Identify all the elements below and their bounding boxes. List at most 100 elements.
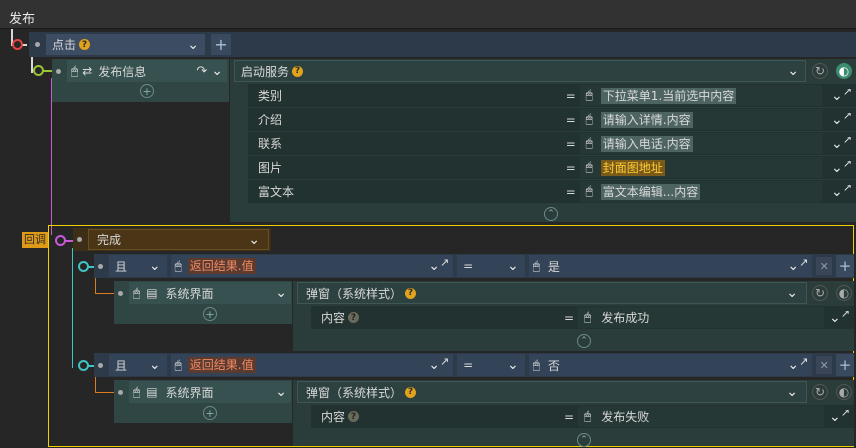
chevron-down-icon: ⌄ (831, 184, 843, 199)
cursor-icon: 🖱 (585, 160, 593, 174)
drag-handle-icon[interactable] (118, 290, 123, 296)
remove-condition-button[interactable]: ✕ (816, 257, 833, 275)
param-value-field[interactable]: 🖱 封面图地址 (579, 157, 823, 178)
expand-icon: ↗ (842, 184, 852, 194)
param-value-field[interactable]: 🖱 请输入详情.内容 (579, 109, 823, 130)
drag-handle-icon[interactable] (98, 263, 103, 269)
collapse-button[interactable]: ⌃ (577, 433, 591, 447)
help-icon[interactable]: ? (348, 411, 360, 422)
left-operand-field[interactable]: 🖱 返回结果.值 ⌄ ↗ (170, 354, 454, 376)
drag-handle-icon[interactable] (35, 42, 40, 47)
param-expand[interactable]: ⌄ ↗ (822, 161, 856, 175)
logic-label: 且 (114, 358, 127, 373)
chevron-down-icon[interactable]: ⌄ (786, 385, 798, 399)
expand-icon[interactable]: ↗ (440, 356, 449, 367)
logic-select[interactable]: 且 ⌄ (108, 354, 167, 376)
chevron-down-icon[interactable]: ⌄ (187, 38, 199, 52)
param-expand[interactable]: ⌄ ↗ (822, 113, 856, 127)
content-expand[interactable]: ⌄ ↗ (824, 311, 854, 325)
action-label: 发布信息 (98, 64, 147, 79)
cursor-icon: 🖱 (584, 310, 592, 324)
chevron-down-icon[interactable]: ⌄ (507, 358, 519, 372)
param-row: 图片 = 🖱 封面图地址 ⌄ ↗ (248, 156, 856, 179)
logic-select[interactable]: 且 ⌄ (108, 255, 167, 277)
chevron-down-icon[interactable]: ⌄ (787, 358, 799, 372)
toggle-icon[interactable]: ◐ (836, 384, 852, 400)
trigger-node[interactable] (12, 39, 23, 50)
help-icon[interactable]: ? (79, 39, 91, 50)
add-trigger-button[interactable]: + (211, 34, 231, 55)
chevron-down-icon[interactable]: ⌄ (211, 64, 223, 78)
add-condition-button[interactable]: + (836, 354, 854, 376)
chevron-down-icon[interactable]: ⌄ (248, 233, 260, 247)
refresh-icon[interactable]: ↻ (812, 285, 828, 301)
popup-select[interactable]: 弹窗（系统样式）? ⌄ (297, 282, 807, 304)
chevron-down-icon[interactable]: ⌄ (149, 358, 161, 372)
add-action-button[interactable]: + (203, 307, 217, 321)
param-value-field[interactable]: 🖱 下拉菜单1.当前选中内容 (579, 85, 823, 106)
param-expand[interactable]: ⌄ ↗ (822, 137, 856, 151)
chevron-down-icon[interactable]: ⌄ (149, 259, 161, 273)
cond-action-select[interactable]: 🖱 ▤ 系统界面 ⌄ (129, 381, 291, 403)
param-expand[interactable]: ⌄ ↗ (822, 89, 856, 103)
drag-handle-icon[interactable] (56, 68, 61, 74)
callback-select[interactable]: 完成 ⌄ (88, 229, 269, 250)
expand-icon[interactable]: ↗ (799, 257, 808, 268)
right-operand-field[interactable]: 🖱 是 ⌄ ↗ (528, 255, 813, 277)
drag-handle-icon[interactable] (77, 237, 82, 242)
toggle-icon[interactable]: ◐ (836, 285, 852, 301)
refresh-icon[interactable]: ↻ (812, 63, 828, 79)
remove-condition-button[interactable]: ✕ (816, 356, 833, 374)
add-condition-button[interactable]: + (836, 255, 854, 277)
chevron-down-icon[interactable]: ⌄ (786, 286, 798, 300)
expand-icon[interactable]: ↗ (440, 257, 449, 268)
cursor-icon: 🖱 (174, 258, 182, 273)
content-value-field[interactable]: 🖱 发布失败 (578, 406, 824, 427)
param-value-field[interactable]: 🖱 请输入电话.内容 (579, 133, 823, 154)
window-icon: ▤ (146, 286, 158, 300)
content-expand[interactable]: ⌄ ↗ (824, 410, 854, 424)
right-operand-field[interactable]: 🖱 否 ⌄ ↗ (528, 354, 813, 376)
chevron-down-icon[interactable]: ⌄ (428, 358, 440, 372)
chevron-down-icon[interactable]: ⌄ (428, 259, 440, 273)
cursor-icon: 🖱 (133, 384, 141, 399)
chevron-down-icon[interactable]: ⌄ (507, 259, 519, 273)
popup-select[interactable]: 弹窗（系统样式）? ⌄ (297, 381, 807, 403)
help-icon[interactable]: ? (292, 65, 304, 77)
cond-action-select[interactable]: 🖱 ▤ 系统界面 ⌄ (129, 282, 291, 304)
chevron-down-icon[interactable]: ⌄ (787, 259, 799, 273)
left-operand-field[interactable]: 🖱 返回结果.值 ⌄ ↗ (170, 255, 454, 277)
param-list: 类别 = 🖱 下拉菜单1.当前选中内容 ⌄ ↗ 介绍 = 🖱 请输入详情.内容 ⌄ ↗ 联系 = 🖱 请输入电… (248, 84, 856, 204)
plus-icon: + (214, 35, 228, 54)
add-action-button[interactable]: + (140, 84, 154, 98)
share-icon[interactable]: ↷ (196, 64, 207, 79)
drag-handle-icon[interactable] (98, 362, 103, 368)
add-action-button[interactable]: + (203, 406, 217, 420)
param-row: 类别 = 🖱 下拉菜单1.当前选中内容 ⌄ ↗ (248, 84, 856, 107)
service-select[interactable]: 启动服务 ? ⌄ (234, 60, 806, 82)
expand-icon: ↗ (842, 112, 852, 122)
action-select[interactable]: 🖱 ⇄ 发布信息 ↷ ⌄ (67, 60, 227, 82)
trigger-select[interactable]: 点击 ? ⌄ (46, 34, 205, 55)
collapse-button[interactable]: ⌃ (544, 207, 558, 221)
toggle-icon[interactable]: ◐ (836, 63, 852, 79)
expand-icon[interactable]: ↗ (799, 356, 808, 367)
refresh-icon[interactable]: ↻ (812, 384, 828, 400)
cond-action-row: 🖱 ▤ 系统界面 ⌄ (114, 281, 292, 305)
chevron-down-icon[interactable]: ⌄ (787, 64, 799, 78)
help-icon[interactable]: ? (405, 386, 417, 398)
help-icon[interactable]: ? (405, 287, 417, 299)
help-icon[interactable]: ? (348, 312, 360, 323)
cursor-icon: 🖱 (584, 409, 592, 423)
chevron-down-icon[interactable]: ⌄ (275, 286, 287, 300)
operator-label: = (463, 358, 474, 372)
drag-handle-icon[interactable] (118, 389, 123, 395)
collapse-button[interactable]: ⌃ (577, 334, 591, 348)
param-value-field[interactable]: 🖱 富文本编辑...内容 (579, 181, 823, 202)
chevron-down-icon[interactable]: ⌄ (275, 385, 287, 399)
content-value-field[interactable]: 🖱 发布成功 (578, 307, 824, 328)
operator-select[interactable]: = ⌄ (457, 354, 525, 376)
chevron-down-icon: ⌄ (831, 112, 843, 127)
operator-select[interactable]: = ⌄ (457, 255, 525, 277)
param-expand[interactable]: ⌄ ↗ (822, 185, 856, 199)
